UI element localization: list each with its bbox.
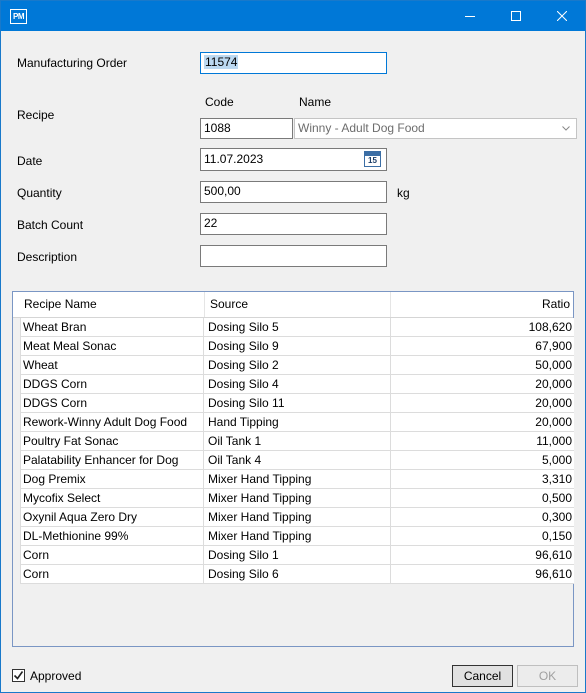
cell-source: Hand Tipping xyxy=(204,413,391,431)
cell-ratio: 50,000 xyxy=(535,358,572,372)
recipe-name-header: Name xyxy=(299,95,332,109)
cell-ratio: 3,310 xyxy=(541,472,572,486)
cell-source: Dosing Silo 9 xyxy=(204,337,391,355)
manufacturing-order-label: Manufacturing Order xyxy=(17,56,128,70)
cell-source: Dosing Silo 1 xyxy=(204,546,391,564)
table-row[interactable]: Palatability Enhancer for Dog Oil Tank 4 5… xyxy=(20,451,574,470)
maximize-icon xyxy=(511,11,521,21)
cancel-button[interactable]: Cancel xyxy=(452,665,513,687)
column-header-ratio[interactable]: Ratio xyxy=(391,292,573,317)
table-row[interactable]: Mycofix Select Mixer Hand Tipping 0,500 xyxy=(20,489,574,508)
table-row[interactable]: DDGS Corn Dosing Silo 11 20,000 xyxy=(20,394,574,413)
table-row[interactable]: Dog Premix Mixer Hand Tipping 3,310 xyxy=(20,470,574,489)
cell-source: Dosing Silo 11 xyxy=(204,394,391,412)
table-row[interactable]: Corn Dosing Silo 6 96,610 xyxy=(20,565,574,584)
table-row[interactable]: Wheat Dosing Silo 2 50,000 xyxy=(20,356,574,375)
cell-ratio: 20,000 xyxy=(535,377,572,391)
cell-recipe-name: Mycofix Select xyxy=(21,489,204,507)
cell-recipe-name: DDGS Corn xyxy=(21,375,204,393)
cell-recipe-name: Palatability Enhancer for Dog xyxy=(21,451,204,469)
table-row[interactable]: Poultry Fat Sonac Oil Tank 1 11,000 xyxy=(20,432,574,451)
recipe-label: Recipe xyxy=(17,108,55,122)
cell-source: Oil Tank 1 xyxy=(204,432,391,450)
cell-source: Dosing Silo 6 xyxy=(204,565,391,583)
dialog-window: PM Manufacturing Order 11574 Recipe Code… xyxy=(0,0,586,693)
description-input[interactable] xyxy=(200,245,387,267)
table-row[interactable]: Oxynil Aqua Zero Dry Mixer Hand Tipping 0,… xyxy=(20,508,574,527)
table-row[interactable]: Corn Dosing Silo 1 96,610 xyxy=(20,546,574,565)
cell-source: Mixer Hand Tipping xyxy=(204,527,391,545)
date-label: Date xyxy=(17,154,43,168)
cell-ratio: 67,900 xyxy=(535,339,572,353)
maximize-button[interactable] xyxy=(493,1,539,31)
cell-recipe-name: Wheat Bran xyxy=(21,318,204,336)
cell-ratio: 108,620 xyxy=(528,320,572,334)
table-row[interactable]: DDGS Corn Dosing Silo 4 20,000 xyxy=(20,375,574,394)
chevron-down-icon xyxy=(562,126,570,131)
table-row[interactable]: Rework-Winny Adult Dog Food Hand Tipping 2… xyxy=(20,413,574,432)
column-header-recipe-name[interactable]: Recipe Name xyxy=(13,292,205,317)
cell-recipe-name: Corn xyxy=(21,546,204,564)
column-header-source[interactable]: Source xyxy=(205,292,391,317)
approved-checkbox[interactable] xyxy=(12,669,25,682)
cell-source: Mixer Hand Tipping xyxy=(204,489,391,507)
date-picker[interactable]: 11.07.2023 15 xyxy=(200,148,387,171)
table-row[interactable]: DL-Methionine 99% Mixer Hand Tipping 0,150 xyxy=(20,527,574,546)
cell-ratio: 20,000 xyxy=(535,396,572,410)
cell-ratio: 20,000 xyxy=(535,415,572,429)
cell-recipe-name: Wheat xyxy=(21,356,204,374)
cell-ratio: 0,150 xyxy=(541,529,572,543)
checkmark-icon xyxy=(13,671,24,680)
table-row[interactable]: Meat Meal Sonac Dosing Silo 9 67,900 xyxy=(20,337,574,356)
ok-button[interactable]: OK xyxy=(517,665,578,687)
minimize-icon xyxy=(465,16,475,17)
quantity-label: Quantity xyxy=(17,186,62,200)
quantity-input[interactable]: 500,00 xyxy=(200,181,387,203)
cell-source: Mixer Hand Tipping xyxy=(204,508,391,526)
manufacturing-order-value: 11574 xyxy=(204,55,239,69)
cell-recipe-name: Dog Premix xyxy=(21,470,204,488)
description-label: Description xyxy=(17,250,78,264)
cell-source: Dosing Silo 2 xyxy=(204,356,391,374)
close-icon xyxy=(557,11,567,21)
cell-ratio: 96,610 xyxy=(535,548,572,562)
cell-source: Oil Tank 4 xyxy=(204,451,391,469)
batch-count-label: Batch Count xyxy=(17,218,84,232)
app-icon: PM xyxy=(10,9,27,24)
cell-source: Mixer Hand Tipping xyxy=(204,470,391,488)
close-button[interactable] xyxy=(539,1,585,31)
recipe-code-input[interactable]: 1088 xyxy=(200,118,293,139)
recipe-code-header: Code xyxy=(205,95,234,109)
recipe-name-value: Winny - Adult Dog Food xyxy=(298,121,425,135)
cell-source: Dosing Silo 4 xyxy=(204,375,391,393)
date-value: 11.07.2023 xyxy=(204,152,264,166)
approved-label[interactable]: Approved xyxy=(30,668,81,684)
calendar-day: 15 xyxy=(368,156,377,165)
calendar-icon[interactable]: 15 xyxy=(364,151,381,167)
cell-recipe-name: Meat Meal Sonac xyxy=(21,337,204,355)
cell-recipe-name: Oxynil Aqua Zero Dry xyxy=(21,508,204,526)
cell-ratio: 0,500 xyxy=(541,491,572,505)
cell-ratio: 11,000 xyxy=(536,434,572,448)
cell-recipe-name: Corn xyxy=(21,565,204,583)
cell-ratio: 0,300 xyxy=(541,510,572,524)
title-bar[interactable]: PM xyxy=(1,1,585,31)
quantity-unit: kg xyxy=(397,186,410,200)
cell-recipe-name: Rework-Winny Adult Dog Food xyxy=(21,413,204,431)
cell-source: Dosing Silo 5 xyxy=(204,318,391,336)
cell-recipe-name: DDGS Corn xyxy=(21,394,204,412)
cell-ratio: 5,000 xyxy=(541,453,572,467)
batch-count-input[interactable]: 22 xyxy=(200,213,387,235)
grid-header: Recipe Name Source Ratio xyxy=(13,292,573,318)
recipe-items-grid[interactable]: Recipe Name Source Ratio Wheat Bran Dosin… xyxy=(12,291,574,647)
table-row[interactable]: Wheat Bran Dosing Silo 5 108,620 xyxy=(20,318,574,337)
cell-recipe-name: Poultry Fat Sonac xyxy=(21,432,204,450)
recipe-name-combobox[interactable]: Winny - Adult Dog Food xyxy=(294,118,577,139)
manufacturing-order-input[interactable]: 11574 xyxy=(200,52,387,74)
minimize-button[interactable] xyxy=(447,1,493,31)
cell-ratio: 96,610 xyxy=(535,567,572,581)
cell-recipe-name: DL-Methionine 99% xyxy=(21,527,204,545)
